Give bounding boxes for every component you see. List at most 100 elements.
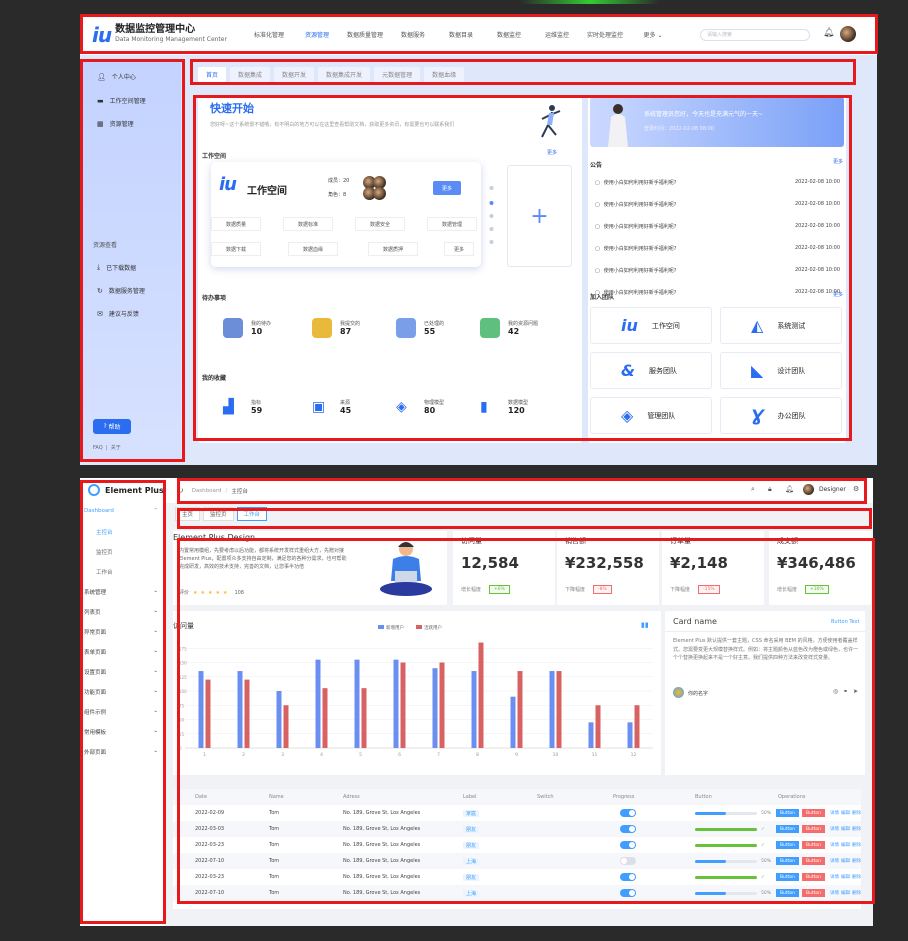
favorite-item[interactable]: ▣ 来源 45 bbox=[312, 399, 351, 415]
sidebar-menu-item[interactable]: 功能页面 ⌄ bbox=[84, 688, 158, 696]
team-card[interactable]: ◣ 设计团队 bbox=[720, 352, 842, 389]
workspace-action-button[interactable]: 数据下载 bbox=[211, 242, 261, 256]
row-operation-link[interactable]: 详情 bbox=[830, 874, 839, 880]
search-input[interactable]: 请输入搜索 bbox=[700, 29, 810, 41]
row-primary-button[interactable]: Button bbox=[776, 841, 799, 849]
row-operation-link[interactable]: 删除 bbox=[852, 890, 861, 896]
bar-active-users[interactable] bbox=[322, 688, 328, 748]
favorite-item[interactable]: ◈ 物理模型 80 bbox=[396, 399, 444, 415]
row-operation-link[interactable]: 编辑 bbox=[841, 890, 850, 896]
todo-item[interactable]: 我的资源问题 42 bbox=[480, 318, 538, 338]
bar-new-users[interactable] bbox=[549, 671, 555, 748]
row-primary-button[interactable]: Button bbox=[776, 889, 799, 897]
tab-item[interactable]: 数据集成开发 bbox=[318, 66, 371, 82]
row-operation-link[interactable]: 编辑 bbox=[841, 874, 850, 880]
workspace-action-button[interactable]: 更多 bbox=[444, 242, 474, 256]
todo-item[interactable]: 我提交的 87 bbox=[312, 318, 360, 338]
switch-toggle[interactable] bbox=[620, 873, 636, 881]
row-operation-link[interactable]: 详情 bbox=[830, 890, 839, 896]
team-card[interactable]: Ɣ 办公团队 bbox=[720, 397, 842, 434]
table-row[interactable]: 2022-03-23 Tom No. 189, Grove St, Los Ange… bbox=[173, 837, 861, 853]
bar-active-users[interactable] bbox=[634, 705, 640, 748]
bar-active-users[interactable] bbox=[244, 679, 250, 748]
bar-new-users[interactable] bbox=[354, 659, 360, 748]
table-row[interactable]: 2022-07-10 Tom No. 189, Grove St, Los Ange… bbox=[173, 853, 861, 869]
team-card[interactable]: ◈ 管理团队 bbox=[590, 397, 712, 434]
bar-active-users[interactable] bbox=[517, 671, 523, 748]
sidebar-item-services[interactable]: ↻ 数据服务管理 bbox=[97, 286, 145, 296]
sidebar-item-profile[interactable]: 👤︎ 个人中心 bbox=[97, 72, 136, 82]
sidebar-menu-item[interactable]: 常用模板 ⌄ bbox=[84, 728, 158, 736]
notice-item[interactable]: ▢ 使用小白如何利用好新手福利呢? 2022-02-08 10:00 bbox=[595, 179, 840, 186]
row-operation-link[interactable]: 详情 bbox=[830, 842, 839, 848]
team-card[interactable]: & 服务团队 bbox=[590, 352, 712, 389]
bar-new-users[interactable] bbox=[198, 671, 204, 748]
bar-new-users[interactable] bbox=[315, 659, 321, 748]
comment-icon[interactable]: ◎ bbox=[833, 688, 838, 695]
add-workspace-button[interactable]: + bbox=[507, 165, 572, 267]
tab-item[interactable]: 监控页 bbox=[203, 507, 234, 521]
nav-item[interactable]: 数据监控 bbox=[485, 30, 533, 39]
row-operation-link[interactable]: 编辑 bbox=[841, 826, 850, 832]
link-icon[interactable]: ⚭ bbox=[843, 688, 848, 695]
switch-toggle[interactable] bbox=[620, 825, 636, 833]
switch-toggle[interactable] bbox=[620, 857, 636, 865]
nav-item[interactable]: 运维监控 bbox=[533, 30, 581, 39]
workspace-action-button[interactable]: 数据标准 bbox=[283, 217, 333, 231]
nav-item[interactable]: 数据目录 bbox=[437, 30, 485, 39]
tab-item[interactable]: 数据集成 bbox=[230, 66, 271, 82]
bar-active-users[interactable] bbox=[400, 662, 406, 749]
bar-active-users[interactable] bbox=[478, 642, 484, 748]
row-danger-button[interactable]: Button bbox=[802, 809, 825, 817]
breadcrumb-item[interactable]: Dashboard bbox=[192, 488, 222, 494]
bar-active-users[interactable] bbox=[361, 688, 367, 748]
row-primary-button[interactable]: Button bbox=[776, 857, 799, 865]
sidebar-menu-item[interactable]: 监控页 bbox=[96, 548, 170, 556]
bar-new-users[interactable] bbox=[393, 659, 399, 748]
bar-new-users[interactable] bbox=[276, 691, 282, 748]
nav-item[interactable]: 更多 ⌄ bbox=[629, 30, 677, 39]
table-row[interactable]: 2022-07-10 Tom No. 189, Grove St, Los Ange… bbox=[173, 885, 861, 901]
legend-label[interactable]: 新增用户 bbox=[386, 624, 404, 631]
notice-item[interactable]: ▢ 使用小白如何利用好新手福利呢? 2022-02-08 10:00 bbox=[595, 245, 840, 252]
workspace-action-button[interactable]: 数据管理 bbox=[427, 217, 477, 231]
sidebar-item-resources[interactable]: ▦ 资源管理 bbox=[97, 119, 134, 129]
star-icon[interactable]: ★★★★★ bbox=[193, 590, 230, 596]
sidebar-menu-item[interactable]: 主控台 bbox=[96, 528, 170, 536]
row-danger-button[interactable]: Button bbox=[802, 889, 825, 897]
lock-icon[interactable]: 🔒︎ bbox=[768, 485, 772, 494]
row-danger-button[interactable]: Button bbox=[802, 873, 825, 881]
row-danger-button[interactable]: Button bbox=[802, 825, 825, 833]
bar-new-users[interactable] bbox=[471, 671, 477, 748]
workspace-action-button[interactable]: 数据血缘 bbox=[288, 242, 338, 256]
tab-item[interactable]: 主页 bbox=[175, 507, 201, 521]
bar-new-users[interactable] bbox=[627, 722, 633, 748]
workspace-action-button[interactable]: 数据质量 bbox=[211, 217, 261, 231]
bar-active-users[interactable] bbox=[595, 705, 601, 748]
row-operation-link[interactable]: 删除 bbox=[852, 842, 861, 848]
user-avatar[interactable] bbox=[803, 484, 814, 495]
row-primary-button[interactable]: Button bbox=[776, 825, 799, 833]
row-operation-link[interactable]: 编辑 bbox=[841, 810, 850, 816]
help-button[interactable]: ? 帮助 bbox=[93, 419, 131, 434]
footer-links[interactable]: FAQ | 关于 bbox=[93, 444, 121, 451]
row-operation-link[interactable]: 删除 bbox=[852, 874, 861, 880]
sidebar-menu-item[interactable]: 表单页面 ⌄ bbox=[84, 648, 158, 656]
sidebar-menu-item[interactable]: 列表页 ⌄ bbox=[84, 608, 158, 616]
row-operation-link[interactable]: 删除 bbox=[852, 858, 861, 864]
sidebar-item-feedback[interactable]: ✉ 建议与反馈 bbox=[97, 309, 139, 319]
table-row[interactable]: 2022-03-03 Tom No. 189, Grove St, Los Ange… bbox=[173, 821, 861, 837]
notice-item[interactable]: ▢ 使用小白如何利用好新手福利呢? 2022-02-08 10:00 bbox=[595, 201, 840, 208]
nav-item[interactable]: 实时处理监控 bbox=[581, 30, 629, 39]
row-operation-link[interactable]: 详情 bbox=[830, 810, 839, 816]
favorite-item[interactable]: ▮ 数据模型 120 bbox=[480, 399, 528, 415]
notice-item[interactable]: ▢ 使用小白如何利用好新手福利呢? 2022-02-08 10:00 bbox=[595, 223, 840, 230]
sidebar-menu-item[interactable]: 异常页面 ⌄ bbox=[84, 628, 158, 636]
nav-item[interactable]: 资源管理 bbox=[293, 30, 341, 39]
bar-active-users[interactable] bbox=[205, 679, 211, 748]
switch-toggle[interactable] bbox=[620, 809, 636, 817]
bar-new-users[interactable] bbox=[588, 722, 594, 748]
bar-active-users[interactable] bbox=[556, 671, 562, 748]
notice-more-link[interactable]: 更多 bbox=[833, 158, 843, 165]
team-card[interactable]: iu 工作空间 bbox=[590, 307, 712, 344]
